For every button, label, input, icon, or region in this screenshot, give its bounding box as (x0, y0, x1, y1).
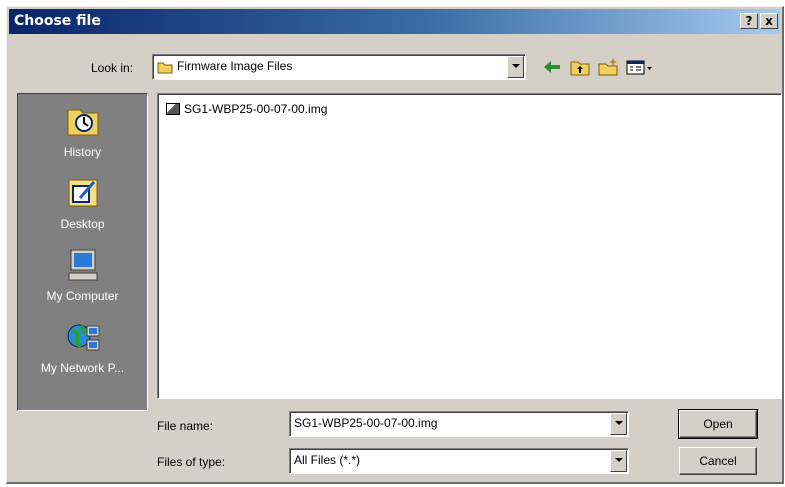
help-button[interactable]: ? (740, 13, 758, 29)
file-type-dropdown[interactable]: All Files (*.*) (289, 448, 629, 474)
file-list[interactable]: SG1-WBP25-00-07-00.img (157, 93, 782, 399)
file-name: SG1-WBP25-00-07-00.img (184, 102, 328, 116)
file-name-dropdown-arrow[interactable] (610, 413, 627, 435)
my-computer-icon (68, 249, 97, 281)
place-label: History (63, 145, 102, 159)
place-label: My Computer (46, 289, 119, 303)
new-folder-icon[interactable] (597, 57, 619, 77)
file-type-dropdown-arrow[interactable] (610, 450, 627, 472)
back-icon[interactable] (541, 57, 563, 77)
folder-icon (157, 62, 173, 74)
choose-file-dialog: Choose file ? x Look in: Firmware Image … (6, 6, 784, 484)
title-bar[interactable]: Choose file ? x (9, 9, 780, 34)
image-file-icon (166, 103, 180, 115)
file-type-label: Files of type: (157, 455, 226, 469)
place-label: My Network P... (40, 361, 125, 375)
place-my-network-places[interactable]: My Network P... (18, 320, 147, 375)
file-name-input[interactable]: SG1-WBP25-00-07-00.img (289, 411, 629, 437)
list-item[interactable]: SG1-WBP25-00-07-00.img (166, 102, 327, 116)
place-label: Desktop (60, 217, 105, 231)
my-network-places-icon (67, 324, 99, 351)
places-bar: History Desktop My Computer My Network P… (17, 93, 148, 411)
dialog-title: Choose file (14, 13, 101, 29)
cancel-button[interactable]: Cancel (679, 447, 757, 475)
file-type-value: All Files (*.*) (294, 453, 361, 467)
look-in-label: Look in: (91, 61, 134, 75)
open-button[interactable]: Open (678, 409, 758, 439)
file-name-value: SG1-WBP25-00-07-00.img (294, 416, 438, 430)
close-button[interactable]: x (760, 13, 778, 29)
look-in-dropdown-arrow[interactable] (507, 56, 524, 78)
place-history[interactable]: History (18, 104, 147, 159)
view-menu-icon[interactable] (625, 57, 655, 77)
up-folder-icon[interactable] (569, 57, 591, 77)
look-in-dropdown[interactable]: Firmware Image Files (152, 54, 526, 80)
desktop-icon (68, 179, 97, 207)
file-name-label: File name: (157, 419, 214, 433)
place-desktop[interactable]: Desktop (18, 176, 147, 231)
look-in-value: Firmware Image Files (177, 59, 293, 73)
history-icon (67, 109, 98, 136)
place-my-computer[interactable]: My Computer (18, 248, 147, 303)
